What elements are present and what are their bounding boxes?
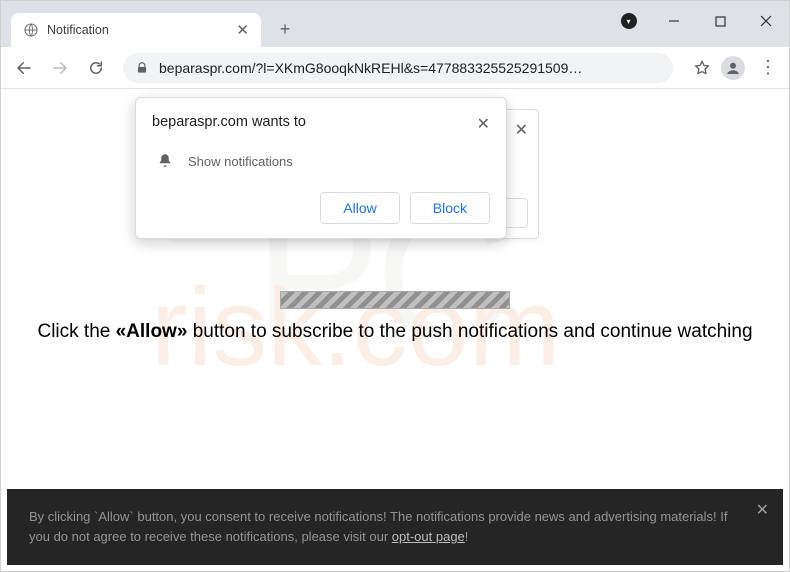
- extension-badge[interactable]: ▾: [606, 1, 651, 41]
- profile-avatar[interactable]: [721, 56, 745, 80]
- toolbar-actions: ⋮: [693, 56, 781, 80]
- window-minimize-button[interactable]: [651, 1, 697, 41]
- window-controls: ▾: [606, 1, 789, 41]
- new-tab-button[interactable]: +: [271, 15, 299, 43]
- browser-menu-icon[interactable]: ⋮: [755, 57, 781, 78]
- nav-reload-button[interactable]: [81, 53, 111, 83]
- browser-tab[interactable]: Notification ✕: [11, 13, 261, 47]
- permission-close-icon[interactable]: ✕: [477, 114, 490, 134]
- instruction-text: Click the «Allow» button to subscribe to…: [1, 321, 789, 343]
- permission-origin: beparaspr.com wants to: [152, 114, 306, 130]
- nav-back-button[interactable]: [9, 53, 39, 83]
- instruction-pre: Click the: [37, 321, 115, 342]
- browser-toolbar: beparaspr.com/?l=XKmG8ooqkNkREHl&s=47788…: [1, 47, 789, 89]
- address-url: beparaspr.com/?l=XKmG8ooqkNkREHl&s=47788…: [159, 60, 582, 76]
- footer-close-icon[interactable]: ✕: [756, 499, 769, 524]
- permission-block-button[interactable]: Block: [410, 192, 490, 224]
- window-maximize-button[interactable]: [697, 1, 743, 41]
- nav-forward-button[interactable]: [45, 53, 75, 83]
- permission-allow-button[interactable]: Allow: [320, 192, 399, 224]
- lock-icon: [135, 61, 149, 75]
- footer-text-b: !: [465, 529, 469, 544]
- page-content: PC risk.com ✕ beparaspr.com wants to ✕ S…: [1, 89, 789, 571]
- instruction-bold: «Allow»: [116, 321, 188, 342]
- address-bar[interactable]: beparaspr.com/?l=XKmG8ooqkNkREHl&s=47788…: [123, 53, 673, 83]
- bell-icon: [156, 152, 174, 170]
- instruction-post: button to subscribe to the push notifica…: [187, 321, 752, 342]
- progress-bar: [280, 291, 510, 309]
- consent-footer: ✕ By clicking `Allow` button, you consen…: [7, 489, 783, 565]
- tab-title: Notification: [47, 23, 228, 37]
- titlebar: Notification ✕ + ▾: [1, 1, 789, 47]
- window-close-button[interactable]: [743, 1, 789, 41]
- footer-optout-link[interactable]: opt-out page: [392, 529, 465, 544]
- permission-message: Show notifications: [188, 154, 293, 169]
- background-dialog-close-icon[interactable]: ✕: [515, 120, 528, 140]
- browser-window: Notification ✕ + ▾ beparaspr.com/?l=XKmG…: [0, 0, 790, 572]
- tab-close-icon[interactable]: ✕: [236, 21, 249, 39]
- notification-permission-prompt: beparaspr.com wants to ✕ Show notificati…: [135, 97, 507, 239]
- bookmark-star-icon[interactable]: [693, 59, 711, 77]
- globe-icon: [23, 22, 39, 38]
- footer-text-a: By clicking `Allow` button, you consent …: [29, 509, 728, 544]
